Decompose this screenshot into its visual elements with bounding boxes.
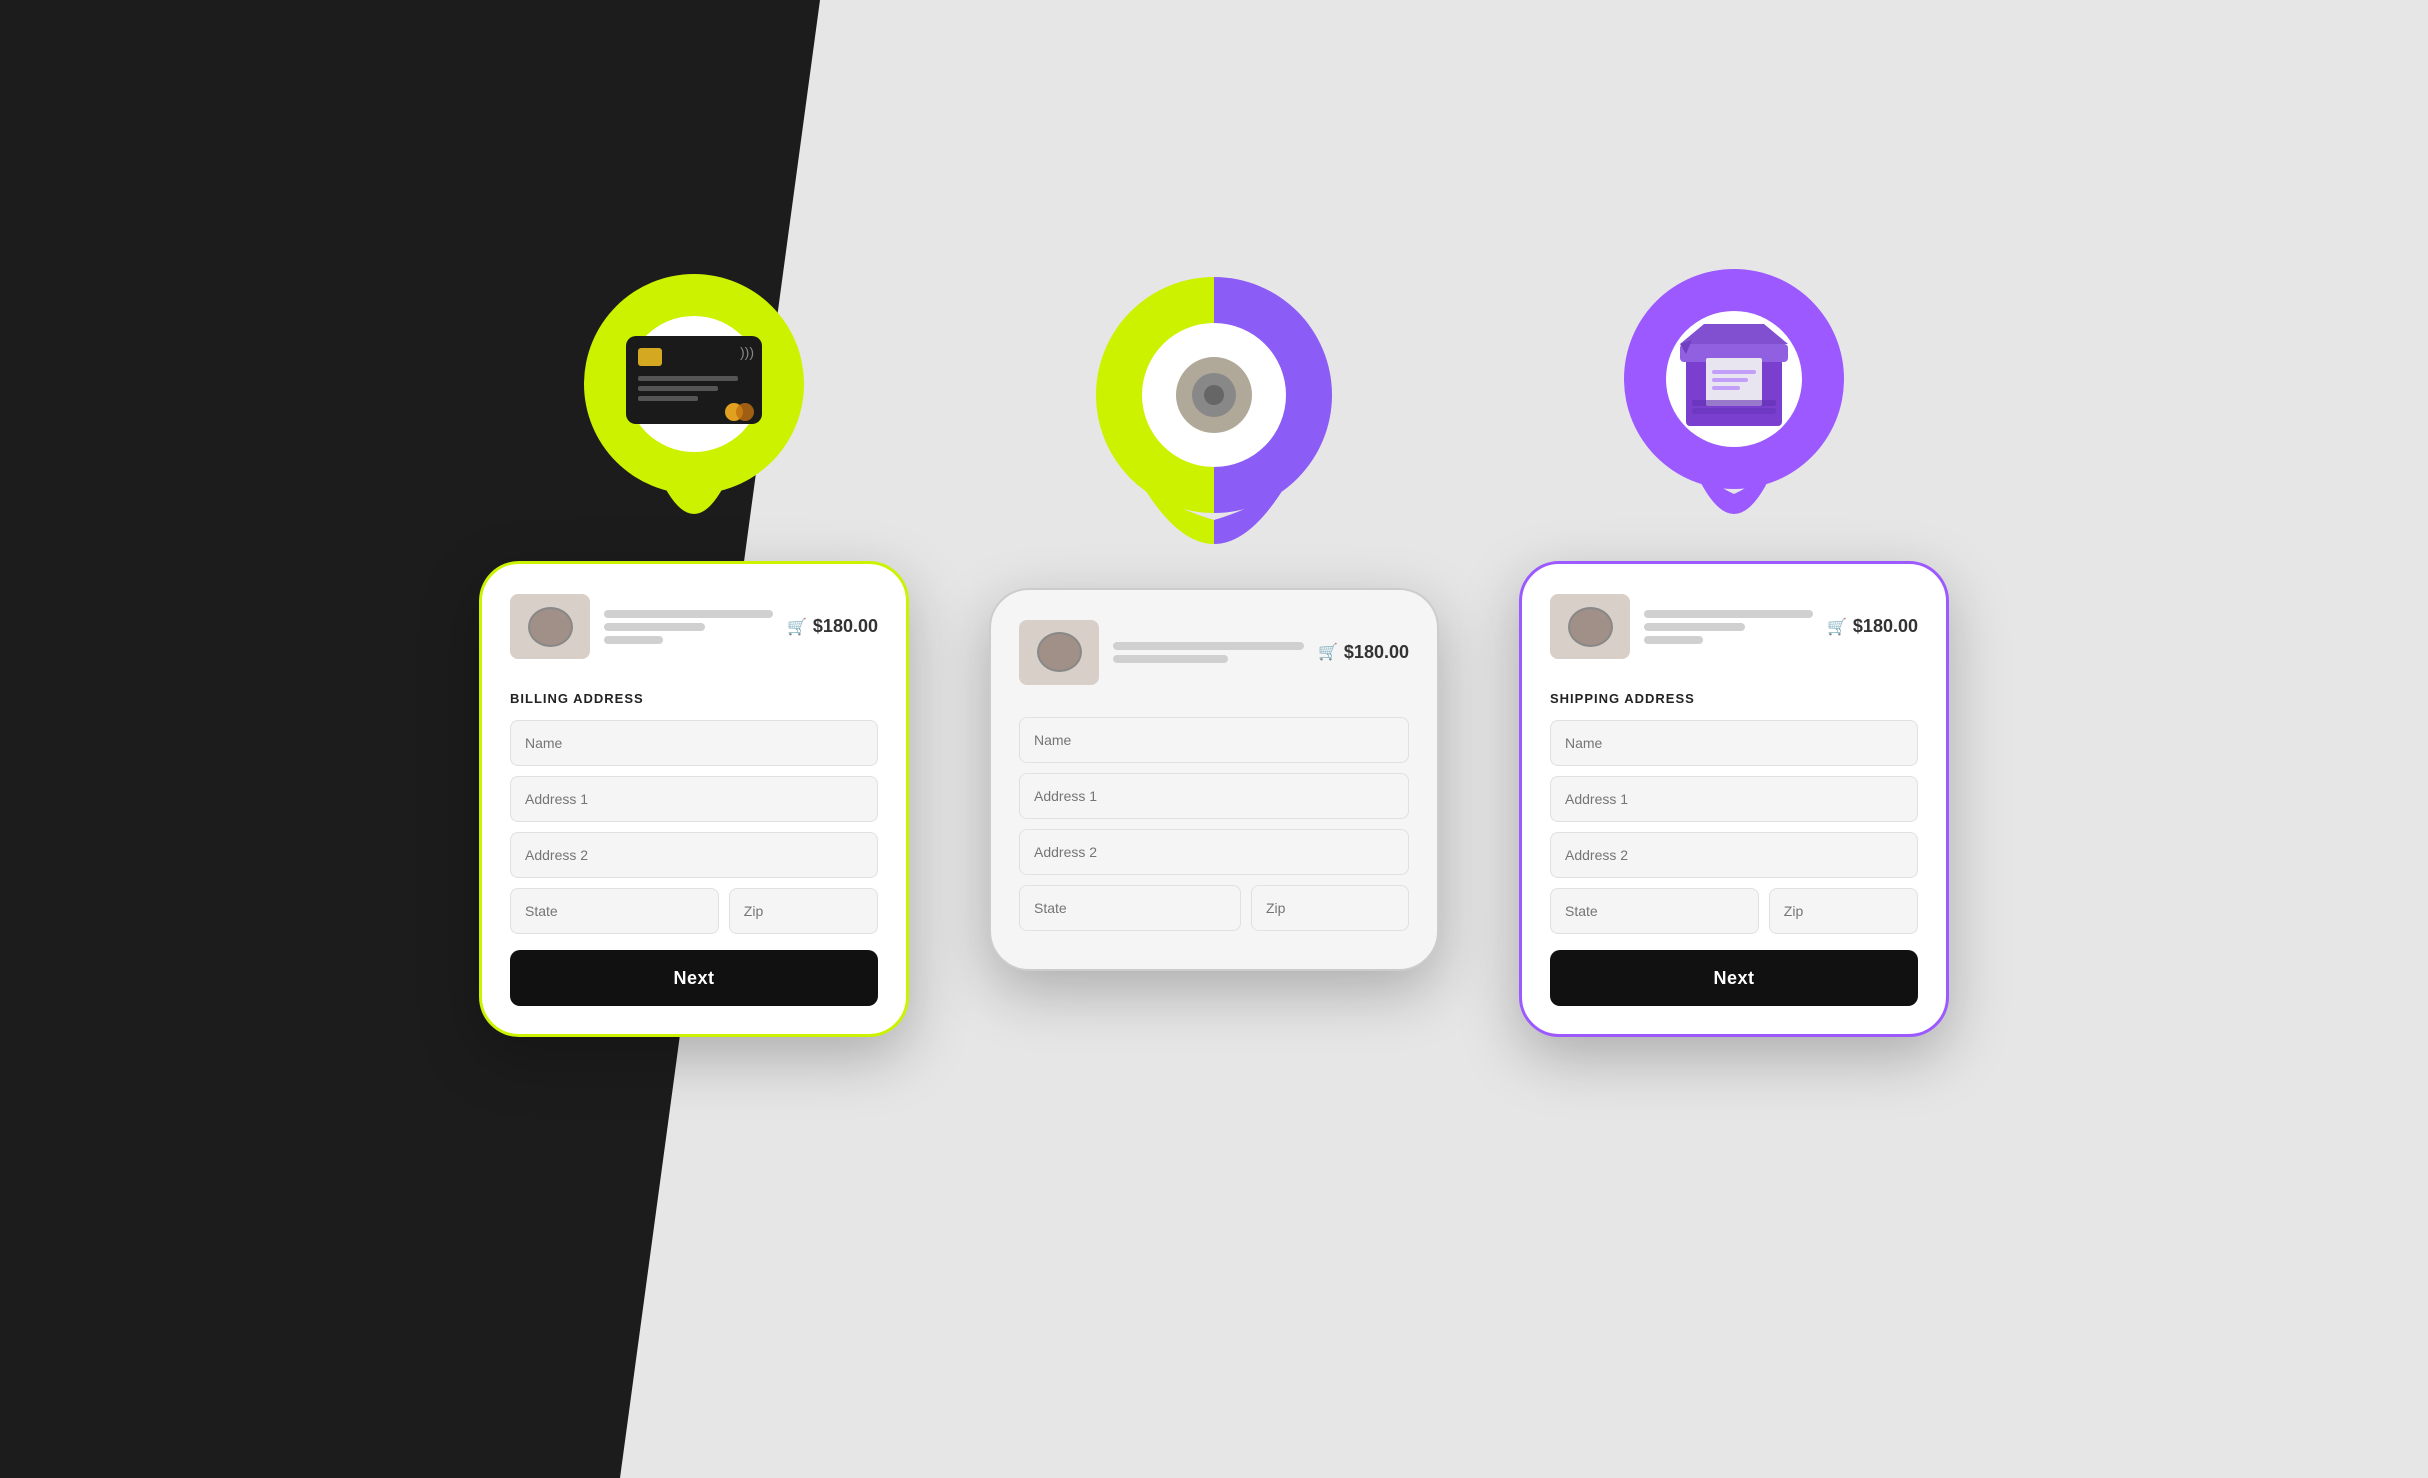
billing-line-2 <box>604 623 705 631</box>
ship-line-1 <box>1644 610 1813 618</box>
location-zip-input[interactable] <box>1251 885 1409 931</box>
billing-product-lines <box>604 610 773 644</box>
shipping-product-thumb <box>1550 594 1630 659</box>
ship-line-3 <box>1644 636 1703 644</box>
shipping-state-input[interactable] <box>1550 888 1759 934</box>
loc-line-1 <box>1113 642 1304 650</box>
shipping-state-zip-row <box>1550 888 1918 934</box>
billing-name-input[interactable] <box>510 720 878 766</box>
billing-pin: ))) <box>574 264 814 569</box>
billing-price: 🛒 $180.00 <box>787 616 878 637</box>
location-product-lines <box>1113 642 1304 663</box>
shipping-price: 🛒 $180.00 <box>1827 616 1918 637</box>
location-name-input[interactable] <box>1019 717 1409 763</box>
loc-line-2 <box>1113 655 1228 663</box>
location-address1-input[interactable] <box>1019 773 1409 819</box>
location-product-thumb <box>1019 620 1099 685</box>
location-state-input[interactable] <box>1019 885 1241 931</box>
location-card: 🛒 $180.00 <box>989 588 1439 971</box>
billing-product-row: 🛒 $180.00 <box>510 594 878 675</box>
billing-next-button[interactable]: Next <box>510 950 878 1006</box>
billing-product-thumb <box>510 594 590 659</box>
shipping-zip-input[interactable] <box>1769 888 1918 934</box>
shipping-card: 🛒 $180.00 SHIPPING ADDRESS Next <box>1519 561 1949 1037</box>
billing-line-3 <box>604 636 663 644</box>
shipping-label: SHIPPING ADDRESS <box>1550 691 1918 706</box>
billing-address2-input[interactable] <box>510 832 878 878</box>
shipping-product-row: 🛒 $180.00 <box>1550 594 1918 675</box>
svg-text:))): ))) <box>740 344 754 360</box>
location-product-row: 🛒 $180.00 <box>1019 620 1409 701</box>
location-address2-input[interactable] <box>1019 829 1409 875</box>
location-pin <box>1084 270 1344 595</box>
shipping-name-input[interactable] <box>1550 720 1918 766</box>
billing-line-1 <box>604 610 773 618</box>
location-price: 🛒 $180.00 <box>1318 642 1409 663</box>
ship-line-2 <box>1644 623 1745 631</box>
billing-card: ))) 🛒 $180.00 BILLING ADDRESS <box>479 561 909 1037</box>
shipping-address2-input[interactable] <box>1550 832 1918 878</box>
billing-state-zip-row <box>510 888 878 934</box>
shipping-next-button[interactable]: Next <box>1550 950 1918 1006</box>
billing-label: BILLING ADDRESS <box>510 691 878 706</box>
shipping-address1-input[interactable] <box>1550 776 1918 822</box>
location-state-zip-row <box>1019 885 1409 931</box>
billing-state-input[interactable] <box>510 888 719 934</box>
shipping-pin <box>1614 264 1854 569</box>
billing-address1-input[interactable] <box>510 776 878 822</box>
cart-icon-shipping: 🛒 <box>1827 617 1847 637</box>
billing-zip-input[interactable] <box>729 888 878 934</box>
shipping-product-lines <box>1644 610 1813 644</box>
cart-icon-location: 🛒 <box>1318 642 1338 662</box>
cart-icon-billing: 🛒 <box>787 617 807 637</box>
